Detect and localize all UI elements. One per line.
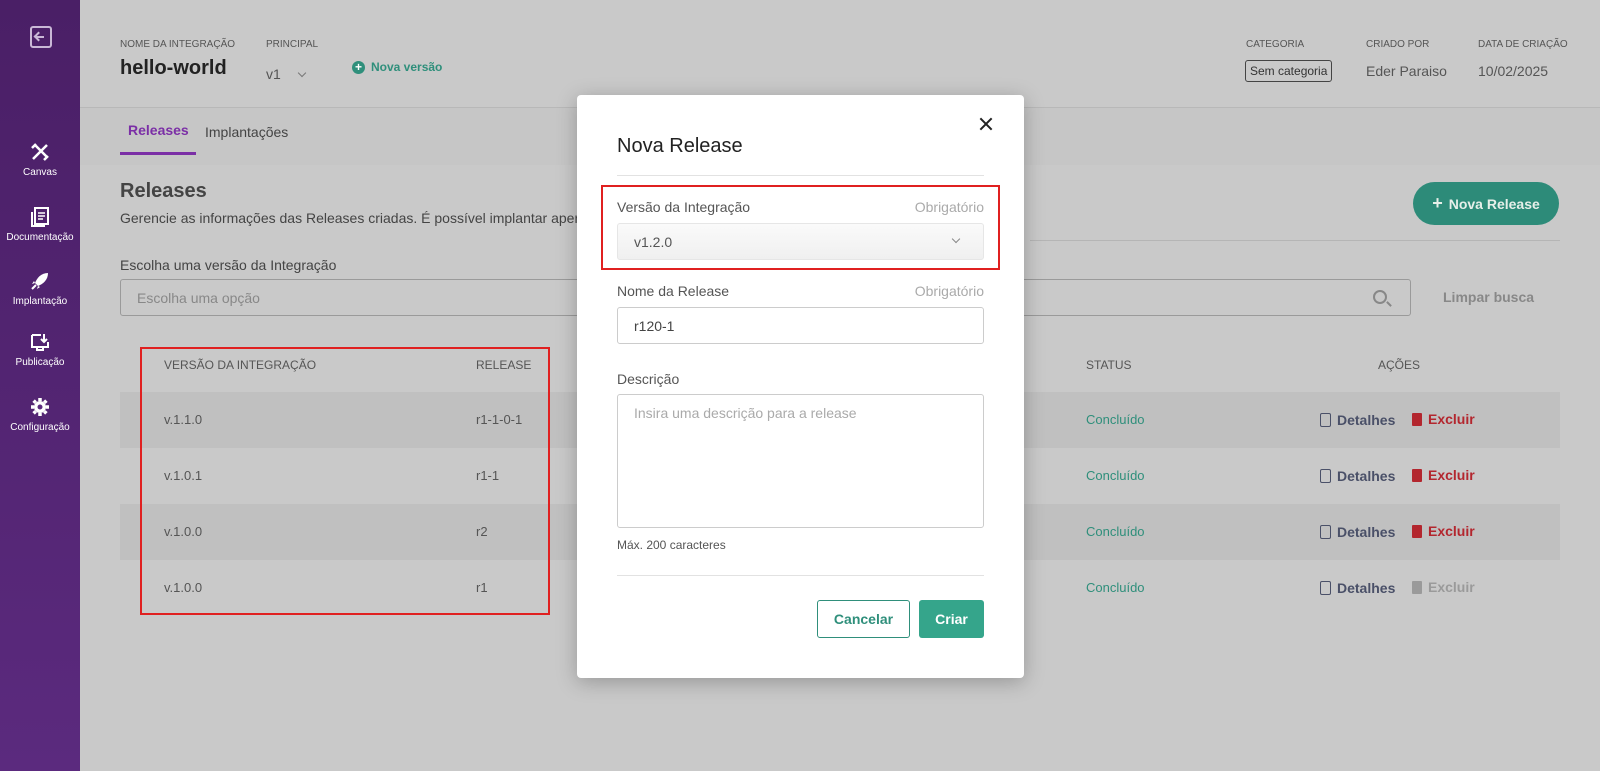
delete-button[interactable]: Excluir — [1412, 467, 1475, 483]
plus-circle-icon: + — [352, 61, 365, 74]
active-tab-indicator — [120, 152, 196, 155]
trash-icon — [1412, 581, 1422, 594]
tab-releases[interactable]: Releases — [128, 122, 189, 138]
new-release-button[interactable]: + Nova Release — [1413, 182, 1559, 225]
close-icon[interactable] — [979, 117, 993, 131]
delete-label: Excluir — [1428, 579, 1475, 595]
principal-version-select[interactable]: v1 — [266, 66, 307, 82]
delete-label: Excluir — [1428, 523, 1475, 539]
status-cell: Concluído — [1086, 580, 1145, 595]
documentation-icon — [29, 206, 51, 228]
new-version-button[interactable]: + Nova versão — [352, 60, 442, 74]
header: NOME DA INTEGRAÇÃO hello-world PRINCIPAL… — [80, 0, 1600, 108]
delete-button[interactable]: Excluir — [1412, 523, 1475, 539]
principal-version-value: v1 — [266, 66, 281, 82]
delete-label: Excluir — [1428, 467, 1475, 483]
details-label: Detalhes — [1337, 412, 1396, 428]
integration-name-label: NOME DA INTEGRAÇÃO — [120, 39, 236, 50]
new-version-label: Nova versão — [371, 60, 443, 74]
document-icon — [1320, 581, 1331, 595]
rocket-icon — [29, 270, 51, 292]
details-button[interactable]: Detalhes — [1320, 467, 1395, 484]
delete-button[interactable]: Excluir — [1412, 411, 1475, 427]
delete-label: Excluir — [1428, 411, 1475, 427]
details-label: Detalhes — [1337, 468, 1396, 484]
sidebar-item-label: Configuração — [10, 422, 70, 433]
release-name-value: r120-1 — [634, 318, 675, 334]
canvas-icon — [29, 141, 51, 163]
details-button[interactable]: Detalhes — [1320, 579, 1395, 596]
created-by-label: CRIADO POR — [1366, 39, 1430, 50]
column-header-actions: AÇÕES — [1378, 358, 1421, 372]
publish-icon — [29, 331, 51, 353]
modal-divider — [617, 175, 984, 176]
sidebar-item-documentation[interactable]: Documentação — [0, 206, 80, 243]
sidebar-item-publish[interactable]: Publicação — [0, 331, 80, 368]
trash-icon — [1412, 413, 1422, 426]
principal-label: PRINCIPAL — [266, 39, 319, 50]
highlight-box-version-field — [601, 185, 1000, 270]
details-button[interactable]: Detalhes — [1320, 411, 1395, 428]
description-label: Descrição — [617, 371, 680, 387]
status-cell: Concluído — [1086, 468, 1145, 483]
page-title: hello-world — [120, 57, 227, 79]
tab-deployments[interactable]: Implantações — [205, 124, 288, 140]
new-release-label: Nova Release — [1448, 196, 1540, 212]
clear-search-button[interactable]: Limpar busca — [1443, 289, 1534, 305]
description-textarea[interactable]: Insira uma descrição para a release — [617, 394, 984, 528]
status-cell: Concluído — [1086, 524, 1145, 539]
divider — [1030, 240, 1560, 241]
sidebar-item-label: Documentação — [6, 232, 74, 243]
sidebar-item-settings[interactable]: Configuração — [0, 396, 80, 433]
document-icon — [1320, 413, 1331, 427]
release-name-input[interactable]: r120-1 — [617, 307, 984, 344]
description-placeholder: Insira uma descrição para a release — [634, 405, 857, 421]
trash-icon — [1412, 469, 1422, 482]
details-label: Detalhes — [1337, 580, 1396, 596]
create-button[interactable]: Criar — [919, 600, 984, 638]
document-icon — [1320, 469, 1331, 483]
sidebar-item-label: Publicação — [15, 357, 65, 368]
created-at-value: 10/02/2025 — [1478, 63, 1549, 79]
category-label: CATEGORIA — [1246, 39, 1305, 50]
sidebar: Canvas Documentação Implantação Publicaç… — [0, 0, 80, 771]
category-badge: Sem categoria — [1245, 60, 1333, 82]
status-cell: Concluído — [1086, 412, 1145, 427]
exit-icon[interactable] — [30, 26, 52, 48]
gear-icon — [29, 396, 51, 418]
description-hint: Máx. 200 caracteres — [617, 538, 726, 552]
section-description: Gerencie as informações das Releases cri… — [120, 210, 580, 226]
delete-button-disabled: Excluir — [1412, 579, 1475, 595]
sidebar-item-label: Implantação — [12, 296, 68, 307]
document-icon — [1320, 525, 1331, 539]
filter-placeholder: Escolha uma opção — [137, 290, 260, 306]
created-at-label: DATA DE CRIAÇÃO — [1478, 39, 1568, 50]
trash-icon — [1412, 525, 1422, 538]
chevron-down-icon — [297, 68, 307, 78]
cancel-button[interactable]: Cancelar — [817, 600, 910, 638]
created-by-value: Eder Paraiso — [1366, 63, 1447, 79]
sidebar-item-deploy[interactable]: Implantação — [0, 270, 80, 307]
search-icon — [1373, 290, 1387, 304]
highlight-box-table — [140, 347, 550, 615]
filter-label: Escolha uma versão da Integração — [120, 257, 337, 273]
section-title: Releases — [120, 180, 207, 202]
details-label: Detalhes — [1337, 524, 1396, 540]
sidebar-item-label: Canvas — [23, 167, 57, 178]
plus-icon: + — [1432, 193, 1443, 213]
sidebar-item-canvas[interactable]: Canvas — [0, 141, 80, 178]
release-name-label: Nome da Release — [617, 283, 730, 299]
details-button[interactable]: Detalhes — [1320, 523, 1395, 540]
new-release-modal: Nova Release Versão da Integração Obriga… — [577, 95, 1024, 678]
column-header-status: STATUS — [1086, 358, 1132, 372]
release-name-required-label: Obrigatório — [914, 283, 984, 299]
modal-title: Nova Release — [617, 135, 743, 157]
modal-divider — [617, 575, 984, 576]
